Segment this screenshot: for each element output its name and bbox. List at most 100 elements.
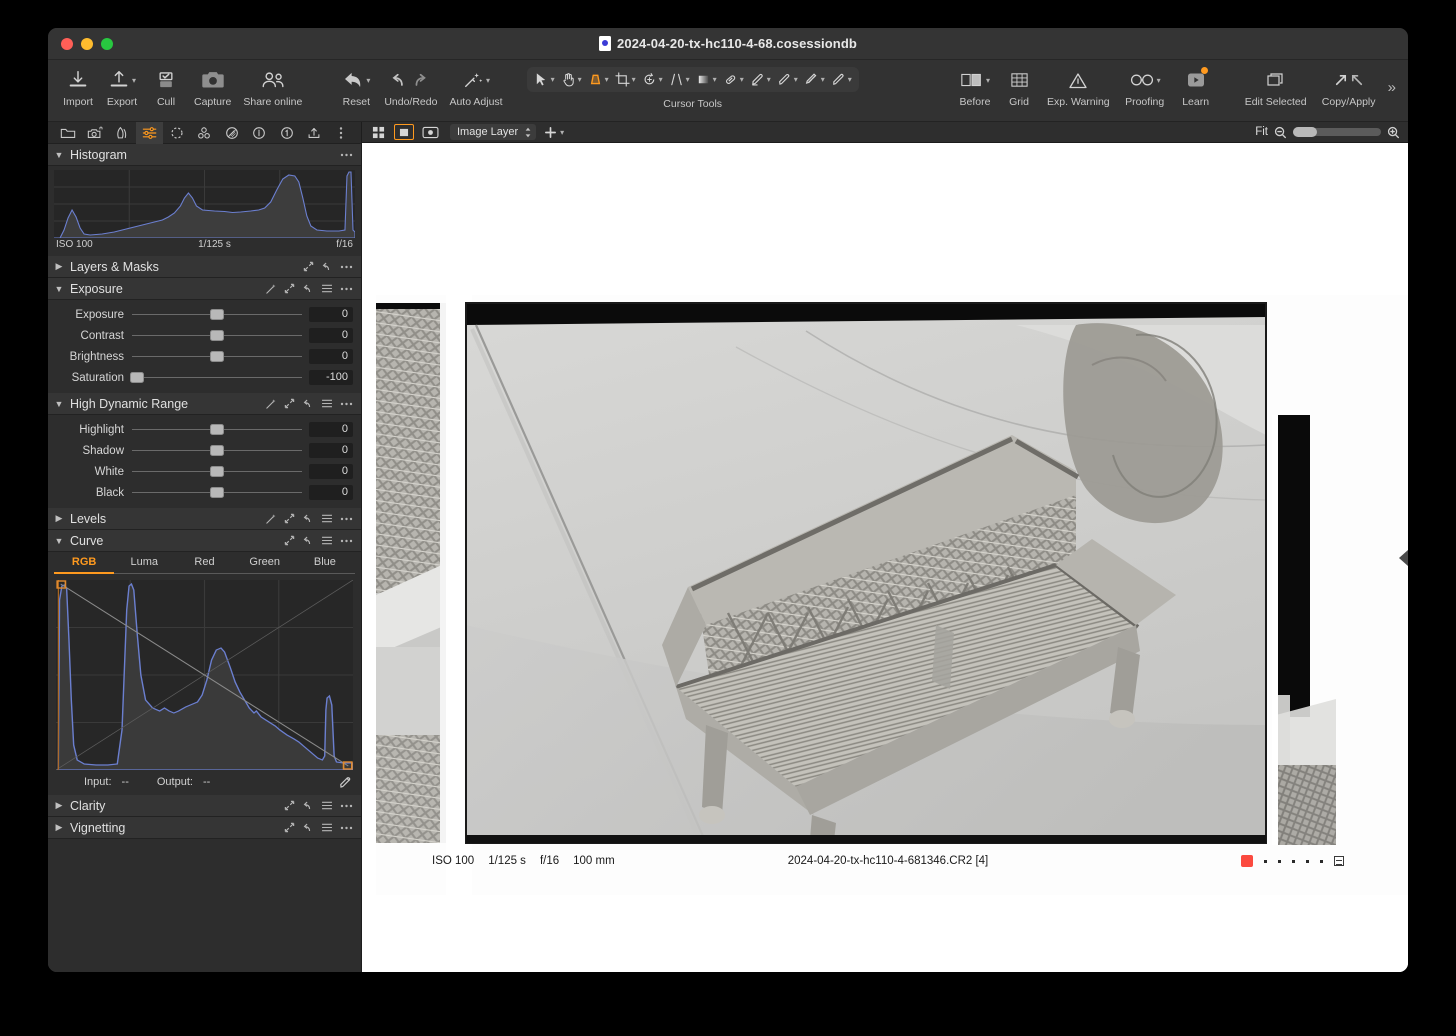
gradient-mask-tool-icon[interactable]: ▾ [585, 70, 612, 89]
slider-value[interactable]: -100 [309, 370, 353, 385]
chevron-down-icon[interactable]: ▾ [132, 76, 136, 85]
chevron-right-icon[interactable]: ▶ [54, 800, 64, 811]
slider-shadow[interactable]: Shadow 0 [48, 440, 361, 461]
linear-gradient-tool-icon[interactable]: ▾ [693, 70, 720, 89]
reset-section-icon[interactable] [302, 535, 314, 546]
curve-tab-luma[interactable]: Luma [114, 556, 175, 574]
color-label-swatch[interactable] [1241, 855, 1253, 867]
more-options-icon[interactable] [340, 287, 353, 291]
reset-section-icon[interactable] [302, 513, 314, 524]
auto-adjust-wand-icon[interactable] [265, 398, 277, 410]
zoom-in-icon[interactable] [1387, 126, 1400, 139]
photo-preview[interactable] [376, 295, 1408, 895]
presets-menu-icon[interactable] [321, 823, 333, 832]
toolbar-reset-button[interactable]: ▾ Reset [334, 65, 378, 108]
pointer-tool-icon[interactable]: ▾ [531, 70, 558, 89]
chevron-right-icon[interactable]: ▶ [54, 261, 64, 272]
image-canvas[interactable]: ISO 100 1/125 s f/16 100 mm 2024-04-20-t… [362, 143, 1408, 972]
stepper-chevrons-icon[interactable] [524, 127, 532, 138]
slider-track[interactable] [132, 465, 302, 479]
curve-tab-rgb[interactable]: RGB [54, 556, 115, 574]
expand-icon[interactable] [284, 535, 295, 546]
chevron-down-icon[interactable]: ▾ [1157, 76, 1161, 85]
slider-contrast[interactable]: Contrast 0 [48, 325, 361, 346]
expand-icon[interactable] [284, 283, 295, 294]
curve-tab-green[interactable]: Green [234, 556, 295, 574]
presets-menu-icon[interactable] [321, 801, 333, 810]
slider-value[interactable]: 0 [309, 307, 353, 322]
slider-track[interactable] [132, 444, 302, 458]
reset-section-icon[interactable] [302, 283, 314, 294]
lens-correction-tab[interactable] [109, 122, 136, 144]
eyedropper-icon[interactable] [339, 775, 353, 789]
curve-tab-red[interactable]: Red [174, 556, 235, 574]
rotate-tool-icon[interactable]: ▾ [639, 70, 666, 89]
thumbnail-grid-icon[interactable] [368, 124, 388, 140]
toolbar-exposure-warning-button[interactable]: Exp. Warning [1041, 65, 1116, 108]
section-header-curve[interactable]: ▼ Curve [48, 530, 361, 552]
histogram-plot[interactable] [54, 170, 355, 238]
chevron-down-icon[interactable]: ▾ [486, 76, 490, 85]
reset-section-icon[interactable] [302, 822, 314, 833]
section-header-histogram[interactable]: ▼ Histogram [48, 144, 361, 166]
toolbar-learn-button[interactable]: Learn [1174, 65, 1218, 108]
section-header-levels[interactable]: ▶ Levels [48, 508, 361, 530]
section-header-clarity[interactable]: ▶ Clarity [48, 795, 361, 817]
filmstrip-icon[interactable] [1334, 856, 1344, 866]
add-layer-button[interactable]: ▾ [544, 126, 564, 139]
collapse-right-panel-button[interactable] [1399, 549, 1408, 566]
window-controls[interactable] [48, 37, 113, 50]
zoom-slider-thumb[interactable] [1293, 127, 1317, 137]
slider-white[interactable]: White 0 [48, 461, 361, 482]
styles-tab[interactable] [191, 122, 218, 144]
details-tab[interactable] [163, 122, 190, 144]
section-header-high-dynamic-range[interactable]: ▼ High Dynamic Range [48, 393, 361, 415]
slider-value[interactable]: 0 [309, 349, 353, 364]
more-options-icon[interactable] [340, 153, 353, 157]
reset-section-icon[interactable] [302, 800, 314, 811]
plus-icon[interactable] [544, 126, 557, 139]
presets-menu-icon[interactable] [321, 399, 333, 408]
toolbar-overflow-button[interactable]: » [1384, 65, 1400, 96]
chevron-right-icon[interactable]: ▶ [54, 822, 64, 833]
rating-dot[interactable] [1292, 859, 1295, 863]
adjustments-sliders-tab[interactable] [136, 121, 164, 144]
expand-icon[interactable] [303, 261, 314, 272]
crop-tool-icon[interactable]: ▾ [612, 70, 639, 89]
output-export-tab[interactable] [300, 122, 327, 144]
chevron-down-icon[interactable]: ▼ [54, 399, 64, 409]
slider-black[interactable]: Black 0 [48, 482, 361, 503]
rating-dot[interactable] [1278, 859, 1281, 863]
more-options-icon[interactable] [340, 402, 353, 406]
chevron-down-icon[interactable]: ▼ [54, 284, 64, 294]
slider-exposure[interactable]: Exposure 0 [48, 304, 361, 325]
slider-track[interactable] [132, 423, 302, 437]
slider-track[interactable] [132, 350, 302, 364]
more-options-icon[interactable] [340, 265, 353, 269]
zoom-level-label[interactable]: Fit [1255, 126, 1268, 138]
slider-brightness[interactable]: Brightness 0 [48, 346, 361, 367]
chevron-down-icon[interactable]: ▼ [54, 536, 64, 546]
toolbar-cull-button[interactable]: Cull [144, 65, 188, 108]
slider-value[interactable]: 0 [309, 464, 353, 479]
presets-menu-icon[interactable] [321, 284, 333, 293]
adjustments-clipboard-tab[interactable] [273, 122, 300, 144]
chevron-down-icon[interactable]: ▼ [54, 150, 64, 160]
reset-section-icon[interactable] [302, 398, 314, 409]
clone-brush-tool-icon[interactable]: ▾ [774, 70, 801, 89]
slider-value[interactable]: 0 [309, 422, 353, 437]
minimize-window-button[interactable] [81, 37, 93, 50]
color-editor-tab[interactable] [218, 122, 245, 144]
toolbar-before-button[interactable]: ▾ Before [953, 65, 997, 108]
slider-track[interactable] [132, 329, 302, 343]
toolbar-share-online-button[interactable]: Share online [237, 65, 308, 108]
toolbar-edit-selected-button[interactable]: Edit Selected [1238, 65, 1314, 108]
toolbar-proofing-button[interactable]: ▾ Proofing [1116, 65, 1174, 108]
rating-dot[interactable] [1306, 859, 1309, 863]
auto-adjust-wand-icon[interactable] [265, 513, 277, 525]
chevron-down-icon[interactable]: ▾ [366, 76, 370, 85]
slider-saturation[interactable]: Saturation -100 [48, 367, 361, 388]
more-options-icon[interactable] [340, 517, 353, 521]
maximize-window-button[interactable] [101, 37, 113, 50]
toolbar-auto-adjust-button[interactable]: ▾ Auto Adjust [443, 65, 508, 108]
